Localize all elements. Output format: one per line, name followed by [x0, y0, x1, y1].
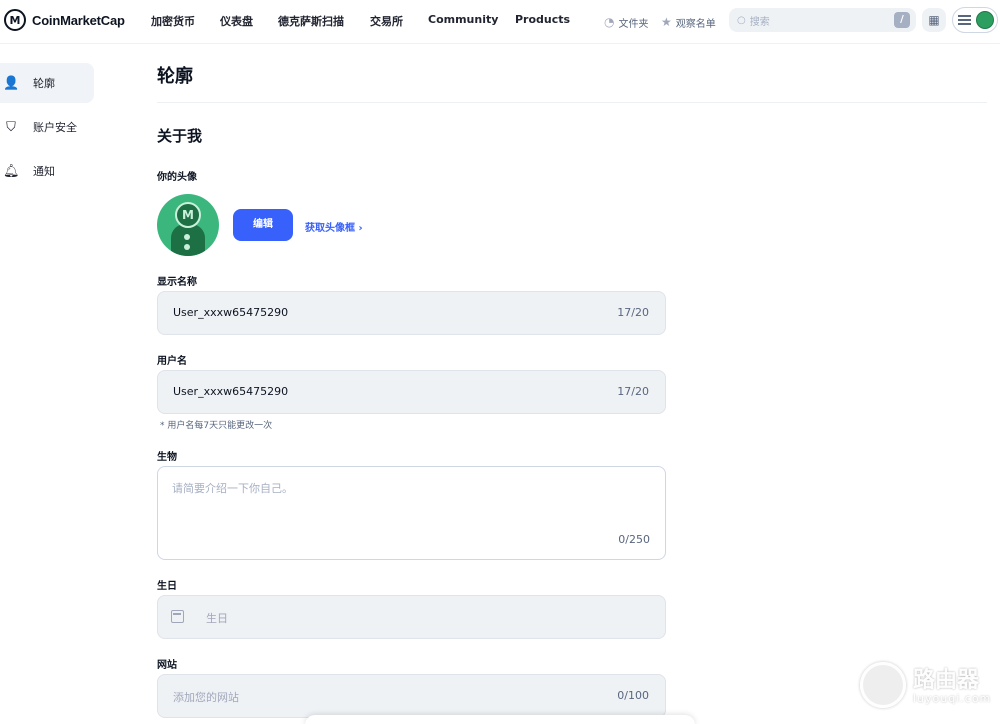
nav-exchanges[interactable]: 交易所 — [370, 13, 403, 29]
user-avatar-small — [976, 11, 994, 29]
sidebar-item-notifications[interactable]: 🔔︎ 通知 — [0, 151, 94, 191]
watermark-text: 路由器 — [913, 668, 980, 693]
pie-chart-icon: ◔ — [604, 15, 615, 29]
get-avatar-frame-link[interactable]: 获取头像框 › — [305, 219, 363, 234]
nav-cryptocurrencies[interactable]: 加密货币 — [151, 13, 195, 29]
avatar-dot — [184, 244, 190, 250]
qr-code-icon: ▦ — [928, 13, 940, 27]
search-shortcut-key: / — [894, 12, 910, 28]
cmc-logo-icon: M — [175, 202, 201, 228]
title-divider — [157, 102, 987, 103]
bio-label: 生物 — [157, 452, 177, 463]
portfolio-link[interactable]: ◔ 文件夹 — [604, 0, 648, 44]
search-input[interactable]: ○ 搜索 / — [729, 8, 916, 32]
nav-dashboard[interactable]: 仪表盘 — [220, 13, 253, 29]
avatar-body — [171, 224, 205, 256]
nav-dexscan[interactable]: 德克萨斯扫描 — [278, 13, 344, 29]
username-char-count: 17/20 — [617, 385, 649, 398]
birthday-label: 生日 — [157, 581, 177, 592]
section-title-about-me: 关于我 — [157, 127, 203, 145]
page-title: 轮廓 — [157, 66, 193, 87]
bio-textarea[interactable]: 请简要介绍一下你自己。 0/250 — [157, 466, 666, 560]
watchlist-link[interactable]: ★ 观察名单 — [661, 0, 716, 44]
search-placeholder: 搜索 — [749, 16, 770, 28]
search-icon: ○ — [737, 14, 746, 26]
calendar-icon — [171, 610, 184, 623]
birthday-placeholder: 生日 — [206, 612, 228, 625]
avatar-label: 你的头像 — [157, 172, 197, 183]
star-icon: ★ — [661, 15, 672, 29]
sidebar-item-label: 账户安全 — [33, 121, 77, 134]
router-watermark: 路由器 luyouqi.com — [860, 660, 1000, 710]
portfolio-label: 文件夹 — [618, 18, 649, 30]
website-field[interactable]: 添加您的网站 0/100 — [157, 674, 666, 718]
top-nav-bar: M CoinMarketCap 加密货币 仪表盘 德克萨斯扫描 交易所 Comm… — [0, 0, 1000, 44]
watchlist-label: 观察名单 — [675, 18, 716, 30]
username-label: 用户名 — [157, 356, 187, 367]
birthday-field[interactable]: 生日 — [157, 595, 666, 639]
watermark-subtext: luyouqi.com — [913, 692, 992, 705]
router-logo-icon — [860, 662, 906, 708]
profile-avatar: M — [157, 194, 219, 256]
bio-char-count: 0/250 — [618, 533, 650, 546]
nav-community[interactable]: Community — [428, 13, 498, 26]
display-name-value: User_xxxw65475290 — [173, 306, 289, 319]
display-name-label: 显示名称 — [157, 277, 197, 288]
display-name-field[interactable]: User_xxxw65475290 17/20 — [157, 291, 666, 335]
avatar-dot — [184, 234, 190, 240]
bio-placeholder: 请简要介绍一下你自己。 — [172, 482, 293, 495]
bell-icon: 🔔︎ — [3, 163, 20, 179]
sidebar-item-profile[interactable]: 👤 轮廓 — [0, 63, 94, 103]
logo-text: CoinMarketCap — [32, 12, 125, 28]
username-hint: * 用户名每7天只能更改一次 — [160, 421, 273, 431]
website-label: 网站 — [157, 660, 177, 671]
cmc-logo-icon: M — [4, 9, 26, 31]
username-field[interactable]: User_xxxw65475290 17/20 — [157, 370, 666, 414]
coinmarketcap-logo[interactable]: M CoinMarketCap — [4, 9, 125, 31]
username-value: User_xxxw65475290 — [173, 385, 289, 398]
user-menu-button[interactable] — [952, 7, 998, 33]
bottom-floating-bar — [305, 715, 695, 724]
sidebar-item-label: 轮廓 — [33, 77, 55, 90]
sidebar-item-label: 通知 — [33, 165, 55, 178]
sidebar-item-security[interactable]: ⛉ 账户安全 — [0, 107, 94, 147]
display-name-char-count: 17/20 — [617, 306, 649, 319]
nav-products[interactable]: Products — [515, 13, 570, 26]
hamburger-icon — [958, 15, 971, 25]
website-placeholder: 添加您的网站 — [173, 691, 239, 704]
website-char-count: 0/100 — [617, 689, 649, 702]
shield-icon: ⛉ — [6, 119, 16, 135]
edit-avatar-button[interactable]: 编辑 — [233, 209, 293, 241]
qr-code-button[interactable]: ▦ — [922, 8, 946, 32]
user-icon: 👤 — [3, 75, 20, 91]
